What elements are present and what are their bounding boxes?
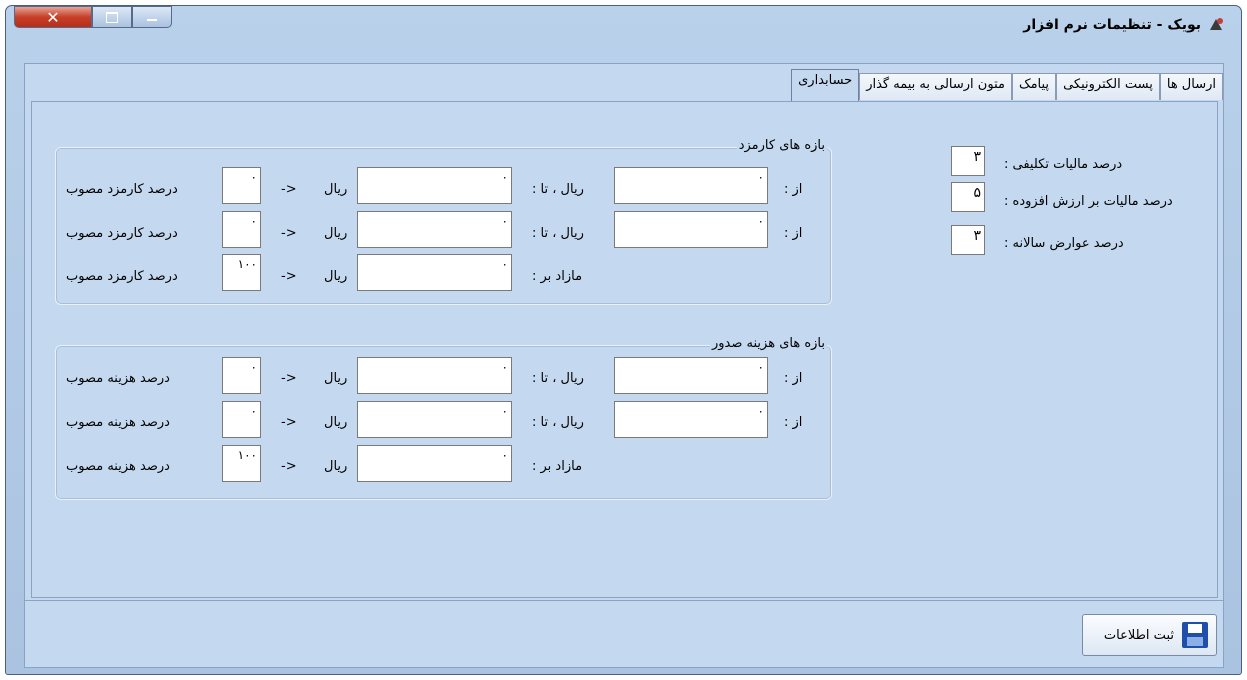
arrow-label: -> [281, 226, 297, 241]
vat-input[interactable]: ۵ [951, 182, 985, 212]
minimize-icon [147, 19, 157, 21]
issuance-from-input[interactable]: ۰ [614, 401, 768, 438]
commission-pct-input[interactable]: ۰ [222, 167, 261, 204]
rial-to-label: ریال ، تا : [532, 415, 584, 430]
settings-window: بویک - تنظیمات نرم افزار ✕ ارسال ها پست … [5, 5, 1242, 675]
commission-pct-input[interactable]: ۱۰۰ [222, 254, 261, 291]
from-label: از : [784, 182, 803, 197]
vat-label: درصد مالیات بر ارزش افزوده : [1004, 194, 1173, 209]
issuance-pct-label: درصد هزینه مصوب [66, 459, 170, 474]
commission-above-input[interactable]: ۰ [357, 254, 512, 291]
client-area: ارسال ها پست الکترونیکی پیامک متون ارسال… [24, 63, 1224, 668]
footer-divider [25, 600, 1223, 601]
rial-label: ریال [324, 226, 348, 241]
tab-sms[interactable]: پیامک [1011, 73, 1057, 100]
maximize-icon [106, 11, 118, 23]
rial-label: ریال [324, 371, 348, 386]
issuance-to-input[interactable]: ۰ [357, 357, 512, 394]
commission-pct-input[interactable]: ۰ [222, 211, 261, 248]
save-button[interactable]: ثبت اطلاعات [1082, 614, 1217, 656]
rial-label: ریال [324, 182, 348, 197]
tab-sends[interactable]: ارسال ها [1159, 73, 1223, 100]
maximize-button[interactable] [92, 6, 132, 28]
rial-to-label: ریال ، تا : [532, 226, 584, 241]
above-label: مازاد بر : [532, 459, 583, 474]
issuance-pct-input[interactable]: ۰ [222, 357, 261, 394]
close-button[interactable]: ✕ [14, 6, 92, 28]
from-label: از : [784, 371, 803, 386]
commission-to-input[interactable]: ۰ [357, 211, 512, 248]
rial-label: ریال [324, 269, 348, 284]
from-label: از : [784, 226, 803, 241]
title-bar: بویک - تنظیمات نرم افزار ✕ [6, 6, 1241, 63]
arrow-label: -> [281, 269, 297, 284]
window-title: بویک - تنظیمات نرم افزار [1023, 16, 1225, 34]
save-label: ثبت اطلاعات [1103, 627, 1174, 643]
commission-pct-label: درصد کارمزد مصوب [66, 226, 178, 241]
arrow-label: -> [281, 415, 297, 430]
rial-label: ریال [324, 459, 348, 474]
arrow-label: -> [281, 182, 297, 197]
issuance-pct-label: درصد هزینه مصوب [66, 371, 170, 386]
caption-buttons: ✕ [14, 6, 172, 28]
tab-accounting[interactable]: حسابداری [791, 69, 860, 101]
from-label: از : [784, 415, 803, 430]
commission-from-input[interactable]: ۰ [614, 211, 768, 248]
issuance-to-input[interactable]: ۰ [357, 401, 512, 438]
issuance-pct-input[interactable]: ۱۰۰ [222, 445, 261, 482]
arrow-label: -> [281, 371, 297, 386]
issuance-pct-input[interactable]: ۰ [222, 401, 261, 438]
annual-levy-label: درصد عوارض سالانه : [1004, 236, 1124, 251]
commission-pct-label: درصد کارمزد مصوب [66, 269, 178, 284]
tab-strip: ارسال ها پست الکترونیکی پیامک متون ارسال… [791, 69, 1223, 101]
withholding-tax-label: درصد مالیات تکلیفی : [1004, 157, 1123, 172]
floppy-disk-icon [1182, 622, 1208, 648]
issuance-pct-label: درصد هزینه مصوب [66, 415, 170, 430]
commission-pct-label: درصد کارمزد مصوب [66, 182, 178, 197]
commission-group-title: بازه های کارمزد [736, 138, 827, 153]
tab-policyholder-texts[interactable]: متون ارسالی به بیمه گذار [859, 73, 1012, 100]
issuance-above-input[interactable]: ۰ [357, 445, 512, 482]
commission-from-input[interactable]: ۰ [614, 167, 768, 204]
close-icon: ✕ [46, 7, 60, 27]
rial-label: ریال [324, 415, 348, 430]
commission-to-input[interactable]: ۰ [357, 167, 512, 204]
app-icon [1207, 16, 1225, 34]
issuance-from-input[interactable]: ۰ [614, 357, 768, 394]
rial-to-label: ریال ، تا : [532, 182, 584, 197]
minimize-button[interactable] [132, 6, 172, 28]
rial-to-label: ریال ، تا : [532, 371, 584, 386]
accounting-tab-page: ۳ درصد مالیات تکلیفی : ۵ درصد مالیات بر … [31, 101, 1218, 598]
arrow-label: -> [281, 459, 297, 474]
tab-email[interactable]: پست الکترونیکی [1056, 73, 1160, 100]
withholding-tax-input[interactable]: ۳ [951, 146, 985, 176]
window-title-text: بویک - تنظیمات نرم افزار [1023, 17, 1201, 33]
above-label: مازاد بر : [532, 269, 583, 284]
annual-levy-input[interactable]: ۳ [951, 225, 985, 255]
issuance-group-title: بازه های هزینه صدور [709, 336, 827, 351]
